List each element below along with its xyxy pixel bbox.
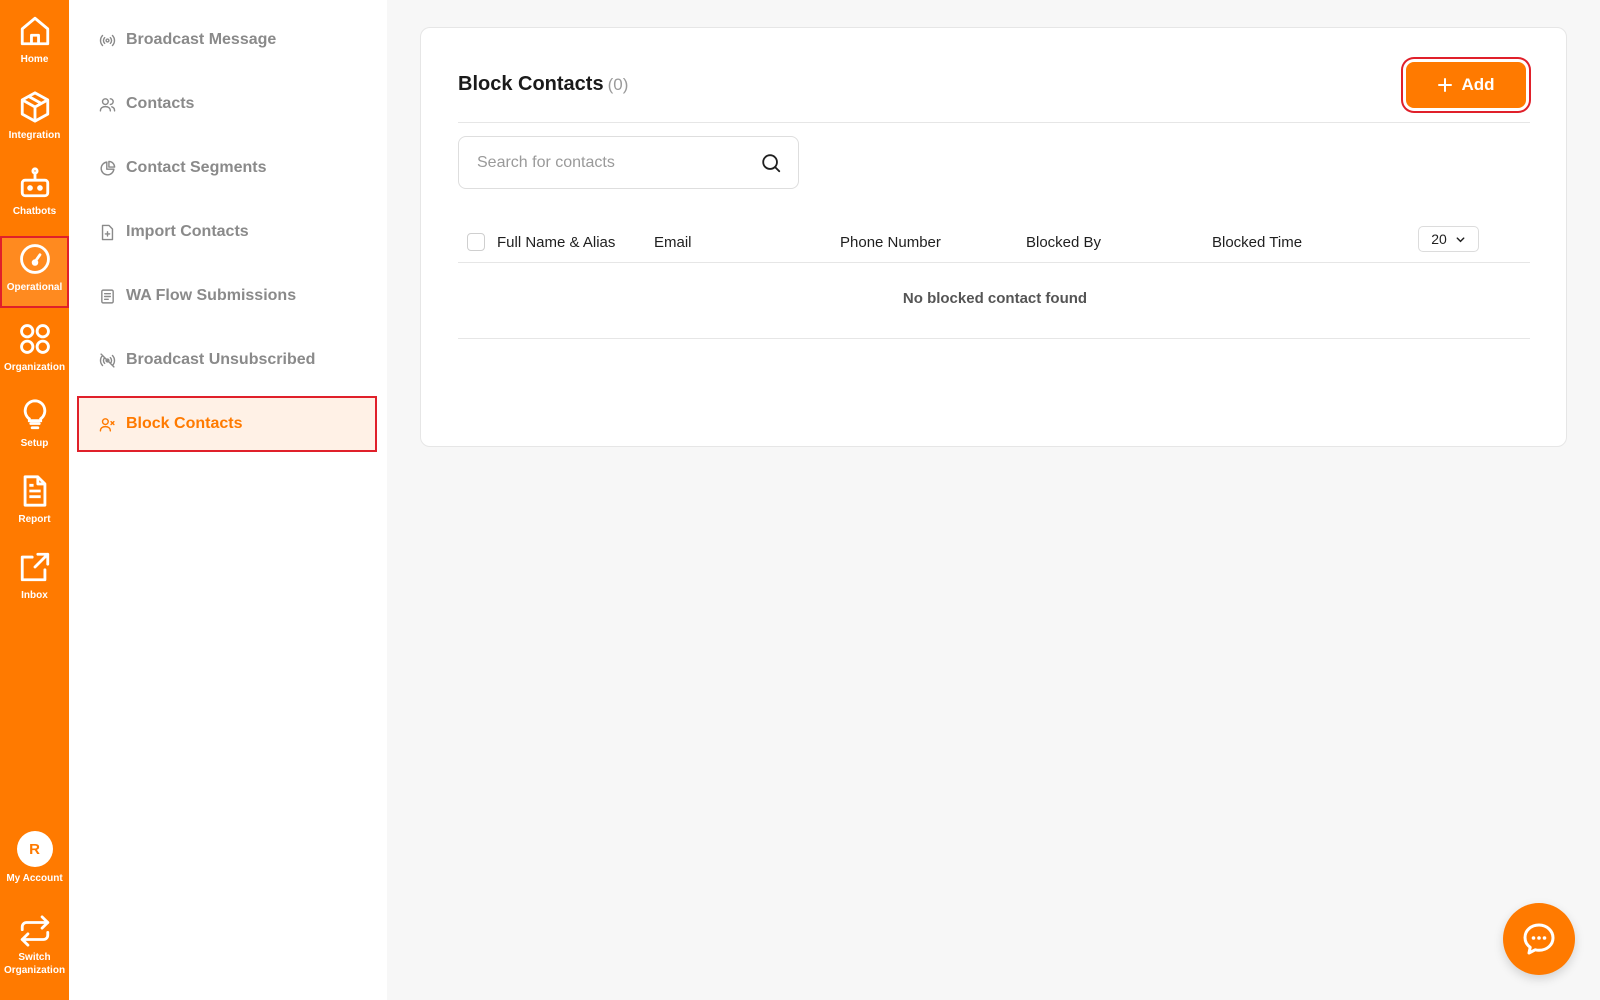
subnav-item-label: Block Contacts bbox=[126, 415, 243, 432]
subnav-item-label: Broadcast Unsubscribed bbox=[126, 351, 316, 368]
subnav-item-label: Broadcast Message bbox=[126, 31, 277, 48]
page-title: Block Contacts (0) bbox=[458, 73, 628, 96]
chat-support-button[interactable] bbox=[1503, 903, 1575, 975]
search-icon[interactable] bbox=[760, 152, 782, 174]
rail-label: Home bbox=[20, 54, 49, 65]
lightbulb-icon bbox=[23, 399, 46, 430]
column-header-phone-number[interactable]: Phone Number bbox=[840, 234, 941, 251]
subnav-item-broadcast-unsubscribed[interactable]: Broadcast Unsubscribed bbox=[77, 332, 377, 388]
table-footer-divider bbox=[458, 338, 1530, 339]
column-header-blocked-time[interactable]: Blocked Time bbox=[1212, 234, 1302, 251]
table-header-divider bbox=[458, 262, 1530, 263]
broadcast-icon bbox=[99, 34, 116, 46]
table-header: Full Name & Alias Email Phone Number Blo… bbox=[458, 222, 1532, 262]
search-input[interactable] bbox=[477, 153, 760, 172]
cube-icon bbox=[20, 91, 49, 123]
rail-label: Report bbox=[18, 514, 51, 525]
rail-item-switch-organization[interactable]: Switch Organization bbox=[0, 914, 69, 977]
rail-label: My Account bbox=[6, 873, 63, 884]
avatar: R bbox=[16, 831, 53, 867]
broadcast-off-icon bbox=[99, 352, 116, 368]
column-header-email[interactable]: Email bbox=[654, 234, 692, 251]
switch-label-line1: Switch bbox=[18, 952, 51, 963]
primary-nav-rail: Home Integration Chatbots Operational Or… bbox=[0, 0, 69, 1000]
page-size-select[interactable]: 20 bbox=[1418, 226, 1479, 252]
subnav-item-label: Import Contacts bbox=[126, 223, 249, 240]
list-document-icon bbox=[101, 288, 114, 304]
rail-item-operational[interactable]: Operational bbox=[0, 236, 69, 308]
grid-circles-icon bbox=[19, 324, 50, 354]
rail-label: Operational bbox=[6, 282, 63, 293]
subnav-item-label: Contact Segments bbox=[126, 159, 267, 176]
header-divider bbox=[458, 122, 1530, 123]
subnav-item-block-contacts[interactable]: Block Contacts bbox=[77, 396, 377, 452]
external-link-icon bbox=[20, 552, 49, 582]
page-title-text: Block Contacts bbox=[458, 73, 604, 95]
rail-label: Organization bbox=[3, 362, 66, 373]
column-header-blocked-by[interactable]: Blocked By bbox=[1026, 234, 1101, 251]
home-icon bbox=[20, 16, 49, 46]
search-box bbox=[458, 136, 799, 189]
contact-count: (0) bbox=[607, 75, 629, 94]
users-icon bbox=[99, 97, 116, 112]
rail-label: Setup bbox=[20, 438, 49, 449]
chat-bubble-icon bbox=[1523, 923, 1555, 955]
rail-item-my-account[interactable]: R My Account bbox=[0, 831, 69, 885]
subnav-item-wa-flow-submissions[interactable]: WA Flow Submissions bbox=[77, 268, 377, 324]
subnav-item-import-contacts[interactable]: Import Contacts bbox=[77, 204, 377, 260]
switch-label-line2: Organization bbox=[3, 965, 66, 976]
add-button[interactable]: Add bbox=[1406, 62, 1526, 108]
rail-label: Switch Organization bbox=[4, 951, 65, 977]
rail-item-integration[interactable]: Integration bbox=[0, 90, 69, 142]
subnav-item-label: WA Flow Submissions bbox=[126, 287, 297, 304]
subnav-item-broadcast-message[interactable]: Broadcast Message bbox=[77, 12, 377, 68]
page-size-value: 20 bbox=[1431, 231, 1447, 247]
rail-item-inbox[interactable]: Inbox bbox=[0, 550, 69, 602]
gauge-icon bbox=[19, 244, 50, 274]
operational-subnav: Broadcast Message Contacts Contact Segme… bbox=[69, 0, 387, 1000]
block-contacts-card: Block Contacts(0) Add Full Name & Alias … bbox=[420, 27, 1567, 447]
subnav-item-label: Contacts bbox=[126, 95, 195, 112]
robot-icon bbox=[20, 167, 49, 198]
rail-item-chatbots[interactable]: Chatbots bbox=[0, 166, 69, 218]
document-icon bbox=[23, 475, 46, 507]
chevron-down-icon bbox=[1456, 236, 1465, 242]
rail-label: Integration bbox=[8, 130, 61, 141]
rail-item-report[interactable]: Report bbox=[0, 474, 69, 526]
subnav-item-contact-segments[interactable]: Contact Segments bbox=[77, 140, 377, 196]
add-button-label: Add bbox=[1461, 75, 1495, 94]
rail-item-organization[interactable]: Organization bbox=[0, 322, 69, 374]
column-header-full-name[interactable]: Full Name & Alias bbox=[497, 234, 615, 251]
rail-item-home[interactable]: Home bbox=[0, 14, 69, 66]
select-all-checkbox[interactable] bbox=[467, 233, 485, 251]
switch-arrows-icon bbox=[20, 915, 49, 947]
plus-icon bbox=[1438, 78, 1453, 92]
user-x-icon bbox=[99, 417, 115, 432]
subnav-item-contacts[interactable]: Contacts bbox=[77, 76, 377, 132]
rail-item-setup[interactable]: Setup bbox=[0, 398, 69, 450]
pie-chart-icon bbox=[100, 160, 116, 175]
empty-state-message: No blocked contact found bbox=[902, 290, 1088, 307]
rail-label: Inbox bbox=[21, 590, 48, 601]
rail-label: Chatbots bbox=[12, 206, 57, 217]
file-plus-icon bbox=[101, 224, 114, 240]
